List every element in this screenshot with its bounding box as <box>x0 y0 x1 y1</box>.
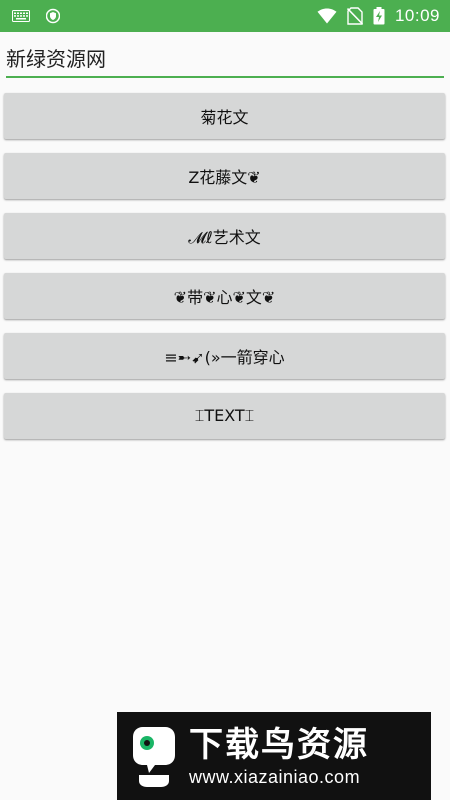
watermark-url: www.xiazainiao.com <box>189 766 361 787</box>
font-style-button-chrysanthemum[interactable]: 菊花文 <box>4 93 445 139</box>
font-style-button-vine[interactable]: Z花藤文❦ <box>4 153 445 199</box>
watermark-banner: 下载鸟资源 www.xiazainiao.com <box>117 712 431 800</box>
font-style-button-bracket-text[interactable]: ⌶TEXT⌶ <box>4 393 445 439</box>
status-bar: 10:09 <box>0 0 450 32</box>
wifi-icon <box>317 8 337 24</box>
bird-logo-icon <box>117 712 189 800</box>
status-right: 10:09 <box>317 6 440 26</box>
status-time: 10:09 <box>394 6 440 25</box>
status-left <box>12 8 60 24</box>
battery-charging-icon <box>373 7 385 25</box>
font-style-list: 菊花文 Z花藤文❦ 𝓜ℓ艺术文 ❦带❦心❦文❦ ≡➸➹(»一箭穿心 ⌶TEXT⌶ <box>4 93 446 453</box>
watermark-text: 下载鸟资源 www.xiazainiao.com <box>189 725 369 788</box>
shield-icon <box>46 8 60 24</box>
watermark-title: 下载鸟资源 <box>189 724 369 765</box>
title-input[interactable] <box>6 40 444 74</box>
font-style-button-art[interactable]: 𝓜ℓ艺术文 <box>4 213 445 259</box>
no-sim-icon <box>346 7 363 25</box>
keyboard-icon <box>12 10 30 22</box>
font-style-button-arrow-heart[interactable]: ≡➸➹(»一箭穿心 <box>4 333 445 379</box>
input-underline <box>6 76 444 78</box>
font-style-button-heart[interactable]: ❦带❦心❦文❦ <box>4 273 445 319</box>
title-input-area <box>6 40 444 78</box>
